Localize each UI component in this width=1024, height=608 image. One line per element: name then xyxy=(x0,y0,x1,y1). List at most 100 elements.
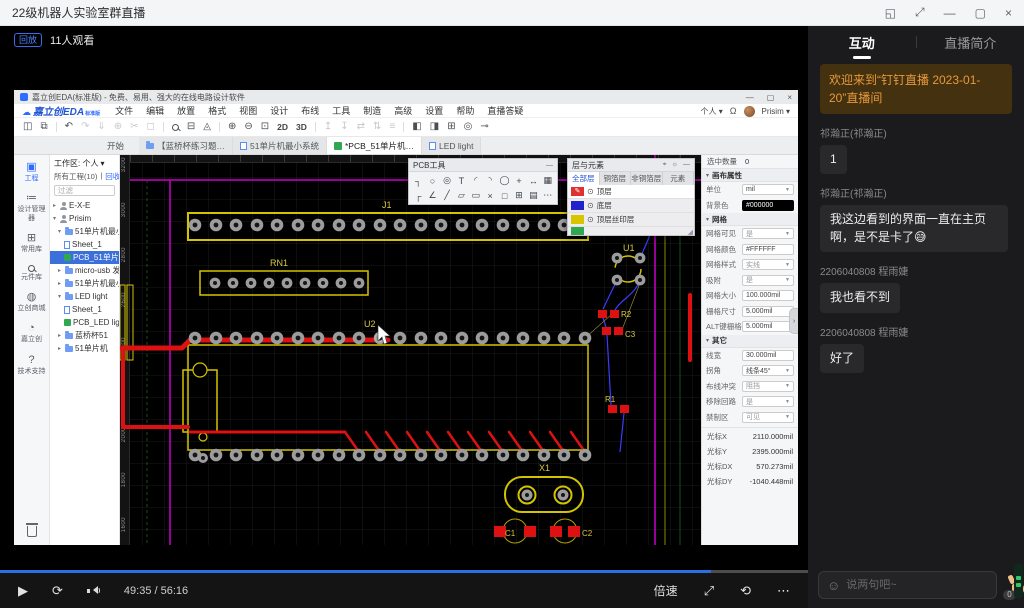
fullscreen-icon[interactable]: ⤢ xyxy=(915,5,925,20)
arc2-tool-icon[interactable]: ◝ xyxy=(483,173,497,188)
chat-input[interactable] xyxy=(846,579,988,591)
rail-item-jlc[interactable]: ◔嘉立创 xyxy=(14,318,49,349)
menu-fabrication[interactable]: 制造 xyxy=(363,104,381,117)
grid-color-field[interactable]: #FFFFFF xyxy=(742,244,794,255)
alt-snap-input[interactable]: 5.000mil xyxy=(742,321,794,332)
snap-select[interactable]: 是▼ xyxy=(742,275,794,286)
text-tool-icon[interactable]: T xyxy=(454,173,468,188)
undo-icon[interactable]: ↶ xyxy=(65,122,73,132)
corner-tool-icon[interactable]: ┌ xyxy=(411,188,425,203)
save-all-icon[interactable]: ⧉ xyxy=(40,122,47,132)
eda-minimize-icon[interactable]: — xyxy=(746,93,754,102)
rail-item-support[interactable]: ?技术支持 xyxy=(14,350,49,381)
rail-item-lcsc-mall[interactable]: ◍立创商城 xyxy=(14,287,49,318)
eda-maximize-icon[interactable]: ▢ xyxy=(767,93,775,102)
circle-tool-icon[interactable]: ○ xyxy=(425,173,439,188)
layers-tab-copper[interactable]: 铜箔层 xyxy=(600,172,632,185)
fit-view-icon[interactable]: ⊡ xyxy=(261,122,269,132)
grid-panel-icon[interactable]: ⊞ xyxy=(447,122,455,132)
web-fullscreen-icon[interactable]: ⟲ xyxy=(740,583,751,599)
layer-row-top-silk[interactable]: ⊙ 顶层丝印层 xyxy=(568,213,694,227)
share-icon[interactable]: ⊸ xyxy=(480,122,488,132)
floating-widget[interactable] xyxy=(1014,564,1023,598)
tree-item[interactable]: ▸51单片机最小… xyxy=(50,277,119,290)
username-dropdown[interactable]: Prisim ▾ xyxy=(762,107,790,116)
minimize-icon[interactable]: — xyxy=(944,6,956,20)
tab-live-intro[interactable]: 直播简介 xyxy=(917,33,1024,52)
recycle-link[interactable]: 回收站 xyxy=(105,171,119,182)
tree-item[interactable]: ▾51单片机最小… xyxy=(50,225,119,238)
menu-advanced[interactable]: 高级 xyxy=(394,104,412,117)
maximize-icon[interactable]: ▢ xyxy=(975,6,986,20)
drc-check-icon[interactable]: ◎ xyxy=(464,122,473,132)
ellipse-tool-icon[interactable]: ◯ xyxy=(497,173,511,188)
reload-button[interactable]: ⟳ xyxy=(52,583,63,599)
distribute-h-icon[interactable]: ⇄ xyxy=(357,122,365,132)
import-icon[interactable]: ⇓ xyxy=(97,122,105,132)
tab-start[interactable]: 开始 xyxy=(100,137,131,154)
emoji-icon[interactable]: ☺ xyxy=(827,578,840,593)
tree-item[interactable]: ▸E-X-E xyxy=(50,199,119,212)
tree-item[interactable]: PCB_LED lig… xyxy=(50,316,119,329)
tree-item[interactable]: ▸micro-usb 发光… xyxy=(50,264,119,277)
merge-icon[interactable]: ⊕ xyxy=(114,122,122,132)
menu-place[interactable]: 放置 xyxy=(177,104,195,117)
layer-view-icon[interactable]: ◬ xyxy=(203,122,211,132)
find-component-icon[interactable]: ⊟ xyxy=(187,122,195,132)
layer-row-partial[interactable] xyxy=(568,227,694,235)
gear-icon[interactable]: ☼ xyxy=(672,161,678,169)
rail-item-project[interactable]: ▣工程 xyxy=(14,157,49,188)
group-tool-icon[interactable]: ⊞ xyxy=(512,188,526,203)
delete-icon[interactable]: ◻ xyxy=(147,122,155,132)
rect-tool-icon[interactable]: □ xyxy=(497,188,511,203)
grid-style-select[interactable]: 实线▼ xyxy=(742,259,794,270)
menu-help[interactable]: 帮助 xyxy=(456,104,474,117)
corner-select[interactable]: 线条45°▼ xyxy=(742,365,794,376)
layers-tab-noncopper[interactable]: 非铜箔层 xyxy=(631,172,663,185)
search-icon[interactable] xyxy=(172,124,179,131)
pin-icon[interactable]: ⌖ xyxy=(663,161,667,169)
user-avatar[interactable] xyxy=(744,106,755,117)
background-color-field[interactable]: #000000 xyxy=(742,200,794,211)
menu-format[interactable]: 格式 xyxy=(208,104,226,117)
zoom-in-icon[interactable]: ⊕ xyxy=(228,122,236,132)
layers-tab-elements[interactable]: 元素 xyxy=(663,172,695,185)
menu-file[interactable]: 文件 xyxy=(115,104,133,117)
dimension-tool-icon[interactable]: ↔ xyxy=(526,173,540,188)
arc-tool-icon[interactable]: ◜ xyxy=(469,173,483,188)
image-tool-icon[interactable]: ▦ xyxy=(541,173,555,188)
workspace-selector[interactable]: 工作区: 个人▾ xyxy=(50,155,119,169)
panel-left-icon[interactable]: ◧ xyxy=(412,122,421,132)
tab-led-light[interactable]: LED light xyxy=(422,137,482,154)
redo-icon[interactable]: ↷ xyxy=(81,122,89,132)
tree-item[interactable]: ▸51单片机 xyxy=(50,342,119,355)
all-projects-label[interactable]: 所有工程(10) xyxy=(54,171,97,182)
menu-edit[interactable]: 编辑 xyxy=(146,104,164,117)
playback-speed-button[interactable]: 倍速 xyxy=(654,582,678,599)
eda-close-icon[interactable]: × xyxy=(787,93,792,102)
tab-lanqiao-exercise[interactable]: 【蓝桥杯练习题… xyxy=(139,137,233,154)
menu-design[interactable]: 设计 xyxy=(270,104,288,117)
menu-tools[interactable]: 工具 xyxy=(332,104,350,117)
panel-right-icon[interactable]: ◨ xyxy=(430,122,439,132)
play-button[interactable]: ▶ xyxy=(18,583,28,599)
tree-item[interactable]: ▸蓝桥杯51 xyxy=(50,329,119,342)
group-icon[interactable]: ≡ xyxy=(389,122,395,132)
remove-loop-select[interactable]: 是▼ xyxy=(742,396,794,407)
align-bottom-icon[interactable]: ↧ xyxy=(340,122,348,132)
rail-item-component-lib[interactable]: 元件库 xyxy=(14,260,49,287)
minimize-panel-icon[interactable]: — xyxy=(683,161,690,169)
filter-input[interactable] xyxy=(58,186,111,195)
recycle-bin-icon[interactable] xyxy=(27,526,37,537)
copper-pour-tool-icon[interactable]: ▱ xyxy=(454,188,468,203)
more-options-icon[interactable]: ⋯ xyxy=(777,583,790,599)
align-top-icon[interactable]: ↥ xyxy=(324,122,332,132)
section-other[interactable]: ▾其它 xyxy=(702,335,798,348)
angle-tool-icon[interactable]: ∠ xyxy=(425,188,439,203)
zoom-out-icon[interactable]: ⊖ xyxy=(244,122,252,132)
unit-select[interactable]: mil▼ xyxy=(742,184,794,195)
notification-bell-icon[interactable]: Ω xyxy=(730,106,737,116)
measure-tool-icon[interactable]: ╱ xyxy=(440,188,454,203)
menu-route[interactable]: 布线 xyxy=(301,104,319,117)
drill-tool-icon[interactable]: × xyxy=(483,188,497,203)
